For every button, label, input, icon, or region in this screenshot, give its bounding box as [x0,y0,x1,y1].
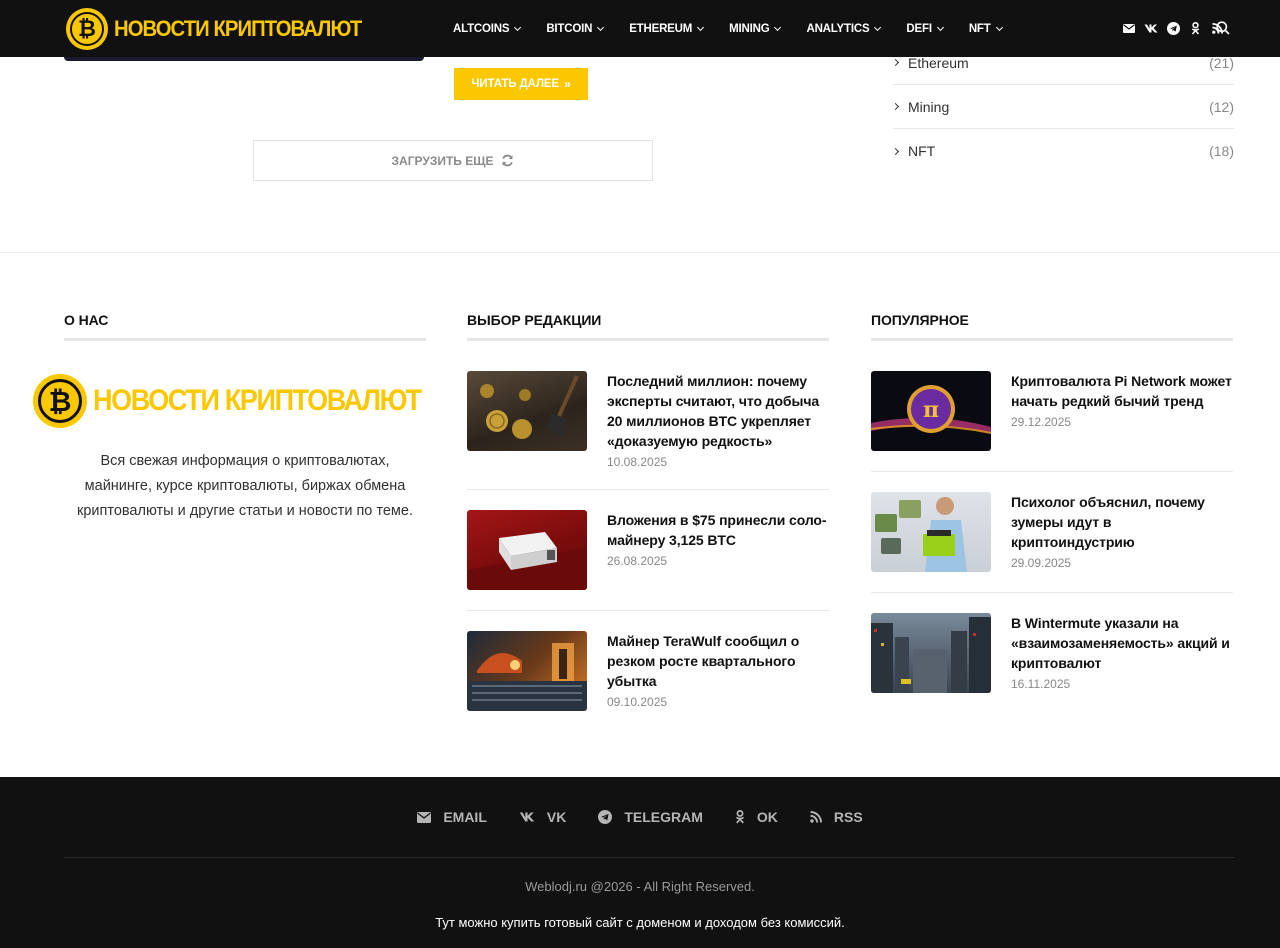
widget-title: ВЫБОР РЕДАКЦИИ [467,312,829,341]
promo-link[interactable]: Тут можно купить готовый сайт с доменом … [0,915,1280,930]
list-item[interactable]: Майнер TeraWulf сообщил о резком росте к… [467,631,829,731]
chevron-right-icon [891,147,900,155]
list-item[interactable]: Психолог объяснил, почему зумеры идут в … [871,492,1233,593]
email-icon[interactable] [1118,0,1140,57]
nav-item-ethereum[interactable]: ETHEREUM [616,0,716,57]
category-count: (18) [1209,143,1234,159]
chevron-down-icon [936,23,944,31]
nav-item-bitcoin[interactable]: BITCOIN [533,0,616,57]
nav-item-mining[interactable]: MINING [716,0,793,57]
double-chevron-right-icon: » [564,77,571,91]
chevron-down-icon [774,23,782,31]
widget-title: ПОПУЛЯРНОЕ [871,312,1233,341]
logo-text: НОВОСТИ КРИПТОВАЛЮТ [114,16,362,41]
post-date: 16.11.2025 [1011,677,1071,691]
svg-text:π: π [923,397,939,423]
refresh-icon [502,154,514,167]
nav-item-defi[interactable]: DEFI [893,0,955,57]
post-thumbnail[interactable] [871,492,991,572]
chevron-right-icon [891,58,900,67]
chevron-down-icon [514,23,522,31]
category-count: (12) [1209,98,1234,115]
post-title-link[interactable]: Последний миллион: почему эксперты счита… [607,371,829,451]
post-date: 29.12.2025 [1011,415,1072,429]
header-social [1118,0,1228,57]
chevron-down-icon [597,23,605,31]
email-icon [417,811,432,823]
footer-email-link[interactable]: EMAIL [417,809,487,825]
category-list: Ethereum (21) Mining (12) NFT (18) [891,41,1234,173]
post-title-link[interactable]: Криптовалюта Pi Network может начать ред… [1011,371,1233,411]
vk-icon [519,812,535,822]
about-text: Вся свежая информация о криптовалютах, м… [76,453,413,519]
section-divider [0,252,1280,253]
site-footer: EMAIL VK TELEGRAM OK RSS Weblodj.ru @202… [0,777,1280,948]
footer-divider [64,857,1234,858]
category-item[interactable]: NFT (18) [891,129,1234,173]
main-nav: ALTCOINS BITCOIN ETHEREUM MINING ANALYTI… [440,0,1015,57]
bitcoin-logo-icon: ₿ [66,8,108,50]
post-date: 09.10.2025 [607,695,668,709]
telegram-icon[interactable] [1162,0,1184,57]
popular-widget: ПОПУЛЯРНОЕ π Криптовалюта Pi Network мож… [871,312,1233,713]
telegram-icon [598,810,613,824]
chevron-down-icon [995,23,1003,31]
rss-icon [810,811,822,823]
ok-icon [735,810,744,824]
footer-telegram-link[interactable]: TELEGRAM [598,809,703,825]
list-item[interactable]: π Криптовалюта Pi Network может начать р… [871,371,1233,472]
list-item[interactable]: Вложения в $75 принесли соло-майнеру 3,1… [467,510,829,611]
post-thumbnail[interactable] [467,371,587,451]
post-thumbnail[interactable] [871,613,991,693]
read-more-button[interactable]: ЧИТАТЬ ДАЛЕЕ» [454,68,588,100]
copyright-text: Weblodj.ru @2026 - All Right Reserved. [525,879,755,894]
editors-choice-widget: ВЫБОР РЕДАКЦИИ Последний миллион: почему… [467,312,829,731]
post-title-link[interactable]: Майнер TeraWulf сообщил о резком росте к… [607,631,829,691]
site-logo[interactable]: ₿ НОВОСТИ КРИПТОВАЛЮТ [66,8,383,50]
post-title-link[interactable]: Психолог объяснил, почему зумеры идут в … [1011,492,1233,552]
widget-title: О НАС [64,312,426,341]
post-thumbnail[interactable] [467,510,587,590]
chevron-down-icon [874,23,882,31]
list-item[interactable]: В Wintermute указали на «взаимозаменяемо… [871,613,1233,713]
post-thumbnail[interactable]: π [871,371,991,451]
search-icon[interactable] [1216,21,1230,35]
post-date: 26.08.2025 [607,554,668,568]
chevron-right-icon [891,102,900,111]
chevron-down-icon [697,23,705,31]
footer-social: EMAIL VK TELEGRAM OK RSS [0,777,1280,857]
footer-ok-link[interactable]: OK [735,809,778,825]
load-more-button[interactable]: ЗАГРУЗИТЬ ЕЩЕ [253,140,653,181]
post-title-link[interactable]: Вложения в $75 принесли соло-майнеру 3,1… [607,510,829,550]
nav-item-altcoins[interactable]: ALTCOINS [440,0,533,57]
post-title-link[interactable]: В Wintermute указали на «взаимозаменяемо… [1011,613,1233,673]
nav-item-analytics[interactable]: ANALYTICS [793,0,893,57]
about-widget: О НАС ₿ НОВОСТИ КРИПТОВАЛЮТ Вся свежая и… [32,312,426,524]
nav-item-nft[interactable]: NFT [956,0,1015,57]
list-item[interactable]: Последний миллион: почему эксперты счита… [467,371,829,490]
post-date: 29.09.2025 [1011,556,1072,570]
bitcoin-logo-icon: ₿ [32,374,87,428]
site-header: ₿ НОВОСТИ КРИПТОВАЛЮТ ALTCOINS BITCOIN E… [0,0,1280,57]
footer-rss-link[interactable]: RSS [810,809,863,825]
ok-icon[interactable] [1184,0,1206,57]
vk-icon[interactable] [1140,0,1162,57]
post-thumbnail[interactable] [467,631,587,711]
post-date: 10.08.2025 [607,455,668,469]
category-item[interactable]: Mining (12) [891,85,1234,129]
footer-vk-link[interactable]: VK [519,809,566,825]
about-logo[interactable]: ₿ НОВОСТИ КРИПТОВАЛЮТ [32,373,426,429]
